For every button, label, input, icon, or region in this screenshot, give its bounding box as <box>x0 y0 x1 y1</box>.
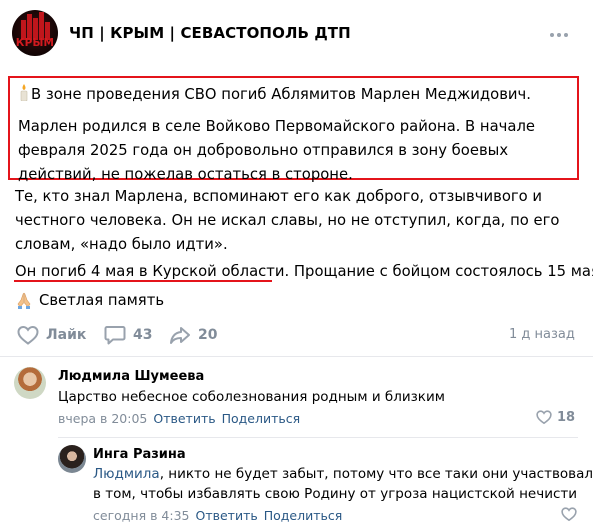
heart-icon <box>561 507 577 522</box>
comment-button[interactable]: 43 <box>103 323 152 347</box>
comments-count: 43 <box>133 327 153 343</box>
avatar-logo-bars <box>12 10 58 40</box>
post-time[interactable]: 1 д назад <box>509 327 575 342</box>
post-line-1: В зоне проведения СВО погиб Аблямитов Ма… <box>19 83 531 107</box>
reply-share-link[interactable]: Поделиться <box>264 508 343 523</box>
comment-reply-link[interactable]: Ответить <box>153 411 215 426</box>
red-underline <box>14 280 272 282</box>
reply-text-line-1-body: , никто не будет забыт, потому что все т… <box>159 466 593 482</box>
comment-author-name[interactable]: Людмила Шумеева <box>58 369 204 384</box>
share-arrow-icon <box>170 327 190 344</box>
candle-icon <box>20 84 28 101</box>
post-paragraph-5-text: Светлая память <box>39 292 165 309</box>
group-name[interactable]: ЧП | КРЫМ | СЕВАСТОПОЛЬ ДТП <box>69 24 351 42</box>
comment-likes-count: 18 <box>557 409 576 425</box>
post-line-1-text: В зоне проведения СВО погиб Аблямитов Ма… <box>31 86 531 103</box>
comment-time[interactable]: вчера в 20:05 <box>58 411 147 426</box>
reply-reply-link[interactable]: Ответить <box>196 508 258 523</box>
reply-author-name[interactable]: Инга Разина <box>93 447 186 462</box>
praying-hands-icon <box>17 292 31 309</box>
shares-count: 20 <box>198 327 218 343</box>
comment-text: Царство небесное соболезнования родным и… <box>58 389 445 405</box>
comment-divider <box>58 437 578 438</box>
reply-author-avatar[interactable] <box>58 445 86 473</box>
comment-author-avatar[interactable] <box>14 367 46 399</box>
post-divider <box>0 356 593 357</box>
group-avatar[interactable]: КРЫМ <box>12 10 58 56</box>
post-paragraph-5: Светлая память <box>15 289 164 313</box>
reply-meta: сегодня в 4:35 Ответить Поделиться <box>93 508 342 523</box>
reply-like-button[interactable] <box>560 506 578 522</box>
reply-text-line-2: в том, чтобы избавлять свою Родину от уг… <box>93 486 578 502</box>
reply-time[interactable]: сегодня в 4:35 <box>93 508 190 523</box>
comment-share-link[interactable]: Поделиться <box>222 411 301 426</box>
reply-text-line-1: Людмила, никто не будет забыт, потому чт… <box>93 465 593 484</box>
share-button[interactable]: 20 <box>168 323 217 347</box>
comment-like-button[interactable]: 18 <box>535 409 575 425</box>
like-label: Лайк <box>46 327 87 343</box>
heart-icon <box>536 410 552 425</box>
like-button[interactable]: Лайк <box>16 323 86 347</box>
comment-icon <box>104 326 126 345</box>
avatar-logo-text: КРЫМ <box>15 37 55 49</box>
more-options-icon[interactable] <box>547 24 571 46</box>
post-paragraph-3: Те, кто знал Марлена, вспоминают его как… <box>15 188 560 253</box>
reply-mention-link[interactable]: Людмила <box>93 466 160 482</box>
post-paragraph-2: Марлен родился в селе Войково Первомайск… <box>18 118 536 183</box>
heart-icon <box>17 325 39 345</box>
comment-meta: вчера в 20:05 Ответить Поделиться <box>58 411 300 426</box>
